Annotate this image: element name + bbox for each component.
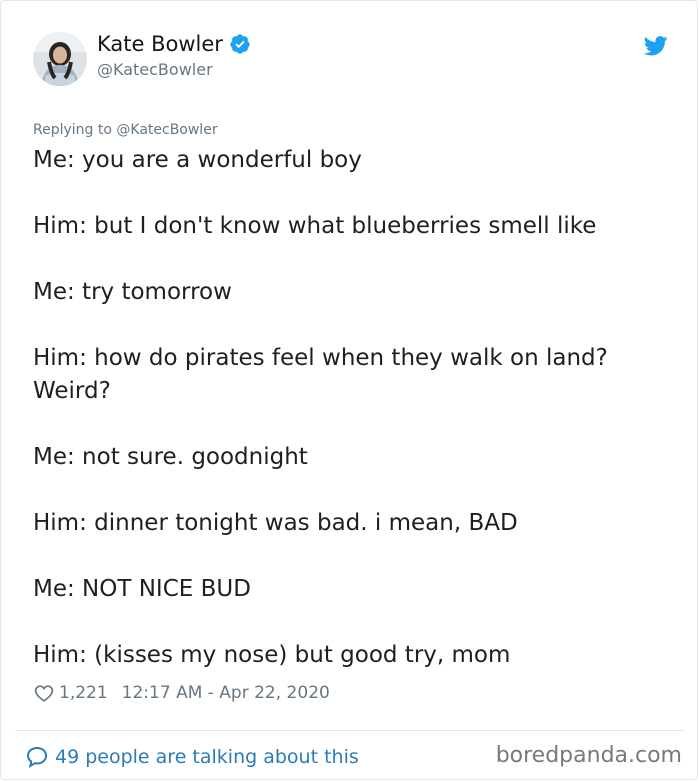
speech-bubble-icon xyxy=(26,746,48,769)
tweet-line: Him: (kisses my nose) but good try, mom xyxy=(33,642,511,668)
tweet-line: Me: try tomorrow xyxy=(33,279,232,305)
tweet-line: Him: dinner tonight was bad. i mean, BAD xyxy=(33,510,518,536)
watermark: boredpanda.com xyxy=(495,743,682,768)
verified-badge-icon xyxy=(230,34,250,54)
author-handle[interactable]: @KatecBowler xyxy=(97,60,213,79)
tweet-line: Him: but I don't know what blueberries s… xyxy=(33,213,597,239)
replying-to[interactable]: Replying to @KatecBowler xyxy=(33,122,218,138)
avatar-image xyxy=(33,32,87,86)
avatar[interactable] xyxy=(33,32,87,86)
conversation-link-text: 49 people are talking about this xyxy=(55,746,359,768)
heart-outline-icon[interactable] xyxy=(33,682,55,704)
divider xyxy=(15,730,685,731)
tweet-meta: 1,221 12:17 AM - Apr 22, 2020 xyxy=(33,682,330,704)
like-count[interactable]: 1,221 xyxy=(59,683,108,703)
twitter-bird-icon[interactable] xyxy=(644,36,668,56)
tweet-line: Me: NOT NICE BUD xyxy=(33,576,251,602)
tweet-card: Kate Bowler @KatecBowler Replying to @Ka… xyxy=(0,0,698,780)
author-name-text: Kate Bowler xyxy=(97,32,223,56)
author-name[interactable]: Kate Bowler xyxy=(97,32,251,56)
conversation-link[interactable]: 49 people are talking about this xyxy=(25,745,359,769)
tweet-body: Me: you are a wonderful boy Him: but I d… xyxy=(33,144,673,672)
tweet-line: Him: how do pirates feel when they walk … xyxy=(33,345,608,404)
tweet-line: Me: you are a wonderful boy xyxy=(33,147,362,173)
tweet-line: Me: not sure. goodnight xyxy=(33,444,308,470)
timestamp[interactable]: 12:17 AM - Apr 22, 2020 xyxy=(122,683,330,703)
